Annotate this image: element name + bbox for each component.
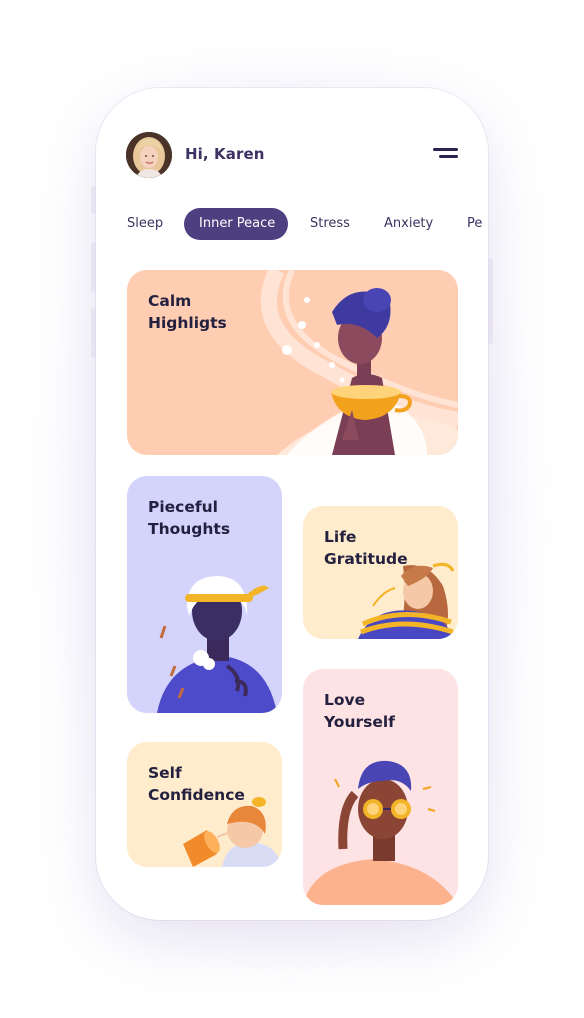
tab-inner-peace[interactable]: Inner Peace <box>184 208 288 240</box>
tab-partial[interactable]: Pe <box>467 208 482 240</box>
card-title: Love Yourself <box>324 691 395 731</box>
card-title: Life Gratitude <box>324 528 408 568</box>
card-love-yourself[interactable]: Love Yourself <box>303 669 458 905</box>
tab-sleep[interactable]: Sleep <box>127 208 163 240</box>
hamburger-menu-icon[interactable] <box>432 145 458 165</box>
menu-line <box>439 155 458 158</box>
card-life-gratitude[interactable]: Life Gratitude <box>303 506 458 639</box>
avatar-photo <box>126 132 172 178</box>
tab-anxiety[interactable]: Anxiety <box>384 208 433 240</box>
header: Hi, Karen <box>126 132 458 178</box>
greeting-text: Hi, Karen <box>185 145 265 163</box>
card-pieceful-thoughts[interactable]: Pieceful Thoughts <box>127 476 282 713</box>
avatar[interactable] <box>126 132 172 178</box>
card-self-confidence[interactable]: Self Confidence <box>127 742 282 867</box>
tab-stress[interactable]: Stress <box>310 208 350 240</box>
phone-screen: Hi, Karen Sleep Inner Peace Stress Anxie… <box>96 88 488 920</box>
phone-side-button <box>488 258 493 344</box>
menu-line <box>433 148 458 151</box>
card-title: Self Confidence <box>148 764 245 804</box>
card-title: Calm Highligts <box>148 292 227 332</box>
category-tabs: Sleep Inner Peace Stress Anxiety Pe <box>126 208 488 240</box>
card-calm-highlights[interactable]: Calm Highligts <box>127 270 458 455</box>
card-title: Pieceful Thoughts <box>148 498 231 538</box>
